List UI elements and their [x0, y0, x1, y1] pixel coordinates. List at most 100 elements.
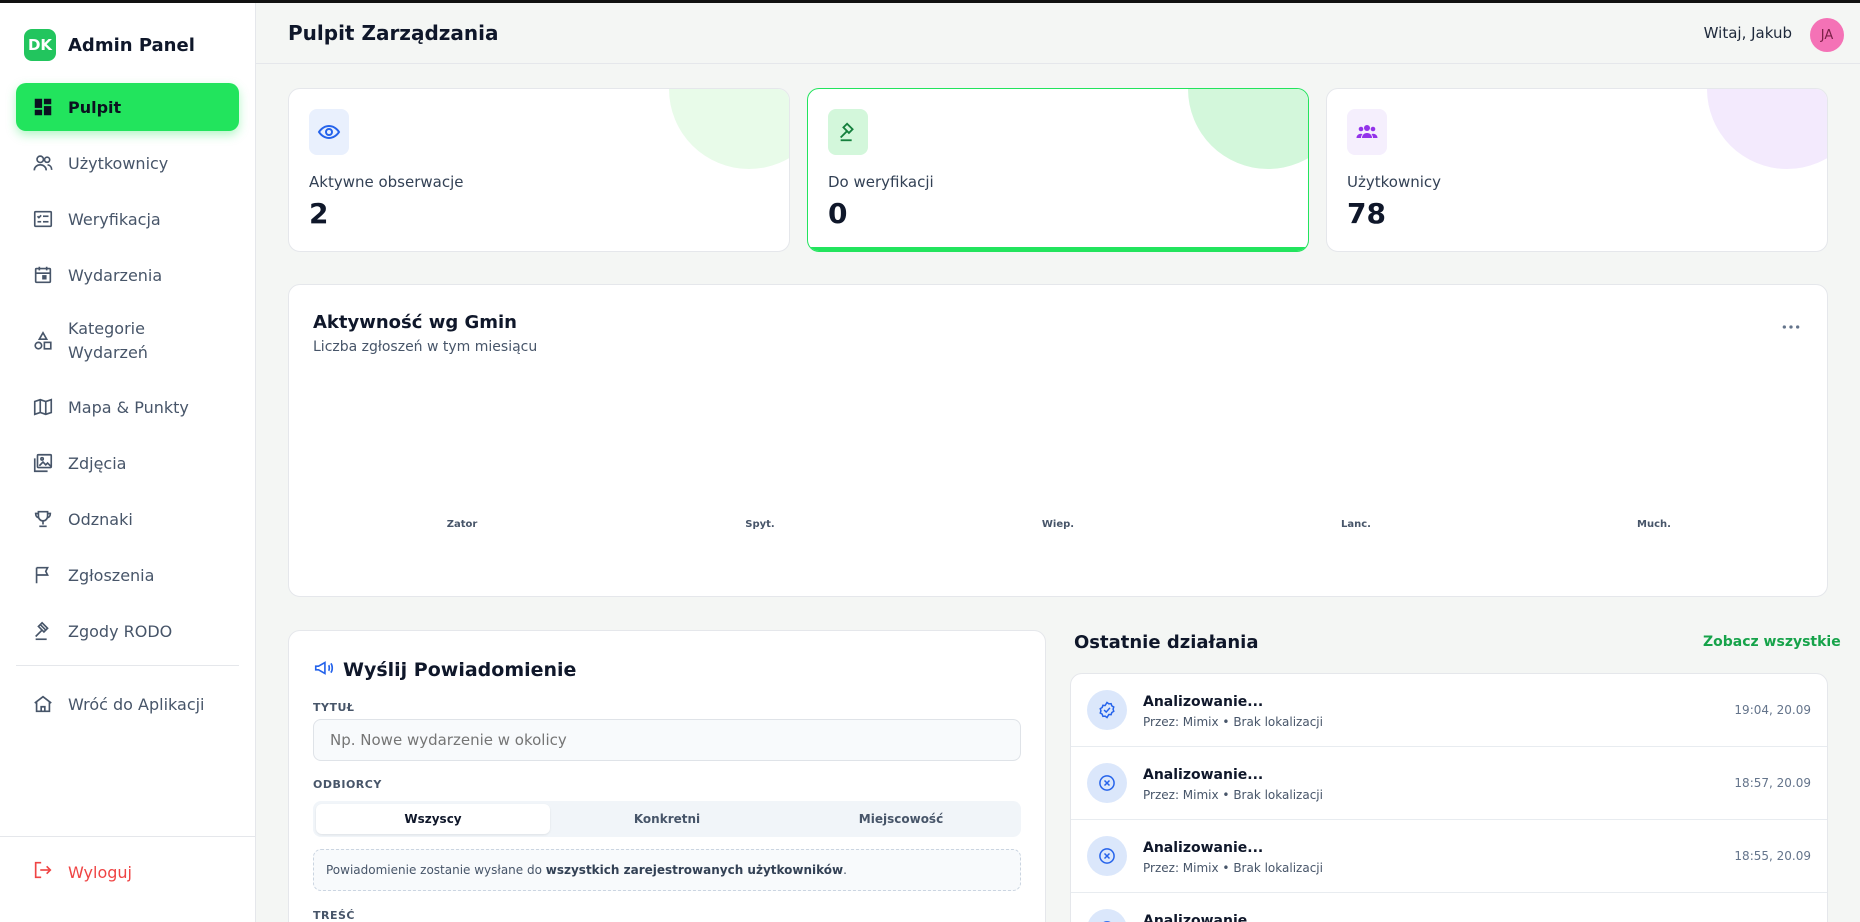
x-circle-icon	[1087, 909, 1127, 922]
stat-value: 78	[1347, 197, 1386, 230]
sidebar-item-label: Wróć do Aplikacji	[68, 694, 205, 714]
brand-logo: DK	[24, 29, 56, 61]
stat-value: 2	[309, 197, 329, 230]
stat-card-users[interactable]: Użytkownicy 78	[1326, 88, 1828, 252]
activity-name: Analizowanie...	[1143, 913, 1264, 922]
recipients-option-town[interactable]: Miejscowość	[784, 804, 1018, 834]
sidebar: DK Admin Panel Pulpit Użytkownicy Weryfi…	[0, 3, 256, 922]
sidebar-nav: Pulpit Użytkownicy Weryfikacja Wydarzeni…	[16, 83, 239, 736]
sidebar-item-label: Weryfikacja	[68, 209, 161, 229]
activity-meta: Przez: Mimix • Brak lokalizacji	[1143, 715, 1323, 729]
avatar[interactable]: JA	[1810, 18, 1844, 52]
home-icon	[32, 693, 54, 715]
title-field-label: TYTUŁ	[313, 701, 355, 714]
chart-tick-label: Wiep.	[1042, 519, 1074, 530]
sidebar-item-label: Zgłoszenia	[68, 565, 155, 585]
sidebar-item-label-line2: Wydarzeń	[68, 343, 148, 362]
activity-chart-card: Aktywność wg Gmin Liczba zgłoszeń w tym …	[288, 284, 1828, 597]
activity-title: Ostatnie działania	[1074, 632, 1259, 653]
sidebar-item-kategorie-wydarzen[interactable]: Kategorie Wydarzeń	[16, 307, 239, 375]
checklist-icon	[32, 208, 54, 230]
sidebar-item-label: Kategorie Wydarzeń	[68, 317, 148, 365]
sidebar-item-zgloszenia[interactable]: Zgłoszenia	[16, 551, 239, 599]
shapes-icon	[32, 330, 54, 352]
sidebar-item-label: Wydarzenia	[68, 265, 163, 285]
stat-label: Aktywne obserwacje	[309, 173, 464, 191]
sidebar-item-wydarzenia[interactable]: Wydarzenia	[16, 251, 239, 299]
send-notification-card: Wyślij Powiadomienie TYTUŁ ODBIORCY Wszy…	[288, 630, 1046, 922]
info-bold: wszystkich zarejestrowanych użytkowników	[545, 863, 844, 877]
notification-title: Wyślij Powiadomienie	[343, 659, 577, 681]
chart-tick-label: Lanc.	[1341, 519, 1371, 530]
trophy-icon	[32, 508, 54, 530]
x-circle-icon	[1087, 836, 1127, 876]
sidebar-item-label: Użytkownicy	[68, 153, 169, 173]
logout-label: Wyloguj	[68, 862, 132, 882]
brand-title: Admin Panel	[68, 34, 195, 56]
sidebar-item-mapa-punkty[interactable]: Mapa & Punkty	[16, 383, 239, 431]
sidebar-item-label: Mapa & Punkty	[68, 397, 189, 417]
sidebar-item-label: Zdjęcia	[68, 453, 127, 473]
sidebar-item-label: Pulpit	[68, 97, 122, 117]
recipients-segmented-control: Wszyscy Konkretni Miejscowość	[313, 801, 1021, 837]
highlight-bar	[808, 247, 1308, 251]
recipients-option-specific[interactable]: Konkretni	[550, 804, 784, 834]
activity-item[interactable]: Analizowanie... Przez: Mimix • Brak loka…	[1071, 747, 1827, 820]
activity-list: Analizowanie... Przez: Mimix • Brak loka…	[1070, 673, 1828, 922]
sidebar-item-zdjecia[interactable]: Zdjęcia	[16, 439, 239, 487]
user-greeting: Witaj, Jakub	[1703, 24, 1792, 42]
x-circle-icon	[1087, 763, 1127, 803]
flag-icon	[32, 564, 54, 586]
stat-card-to-verify[interactable]: Do weryfikacji 0	[807, 88, 1309, 252]
content-field-label: TREŚĆ	[313, 909, 355, 922]
sidebar-item-label: Odznaki	[68, 509, 133, 529]
sidebar-item-weryfikacja[interactable]: Weryfikacja	[16, 195, 239, 243]
activity-name: Analizowanie...	[1143, 694, 1264, 710]
users-group-icon	[1347, 109, 1387, 155]
sidebar-item-uzytkownicy[interactable]: Użytkownicy	[16, 139, 239, 187]
activity-name: Analizowanie...	[1143, 840, 1264, 856]
sidebar-divider	[16, 665, 239, 666]
sidebar-item-pulpit[interactable]: Pulpit	[16, 83, 239, 131]
stat-card-active-observations[interactable]: Aktywne obserwacje 2	[288, 88, 790, 252]
activity-time: 19:04, 20.09	[1734, 703, 1811, 717]
sidebar-item-zgody-rodo[interactable]: Zgody RODO	[16, 607, 239, 655]
logout-icon	[32, 859, 54, 885]
brand: DK Admin Panel	[24, 29, 195, 61]
page-title: Pulpit Zarządzania	[288, 21, 499, 45]
card-decoration	[669, 89, 789, 169]
card-decoration	[1707, 89, 1827, 169]
gavel-icon	[32, 620, 54, 642]
chart-subtitle: Liczba zgłoszeń w tym miesiącu	[313, 339, 538, 355]
activity-item[interactable]: Analizowanie...	[1071, 893, 1827, 922]
info-suffix: .	[843, 863, 847, 877]
chart-tick-label: Spyt.	[745, 519, 774, 530]
chart-title: Aktywność wg Gmin	[313, 312, 517, 333]
sidebar-item-wroc-do-aplikacji[interactable]: Wróć do Aplikacji	[16, 680, 239, 728]
activity-meta: Przez: Mimix • Brak lokalizacji	[1143, 861, 1323, 875]
see-all-link[interactable]: Zobacz wszystkie	[1703, 634, 1841, 650]
sidebar-item-odznaki[interactable]: Odznaki	[16, 495, 239, 543]
check-badge-icon	[1087, 690, 1127, 730]
activity-time: 18:57, 20.09	[1734, 776, 1811, 790]
sidebar-footer: Wyloguj	[0, 836, 255, 922]
users-icon	[32, 152, 54, 174]
bar-chart: Zator Spyt. Wiep. Lanc. Much.	[447, 519, 1671, 530]
activity-item[interactable]: Analizowanie... Przez: Mimix • Brak loka…	[1071, 674, 1827, 747]
activity-item[interactable]: Analizowanie... Przez: Mimix • Brak loka…	[1071, 820, 1827, 893]
activity-name: Analizowanie...	[1143, 767, 1264, 783]
logout-button[interactable]: Wyloguj	[32, 859, 132, 885]
map-icon	[32, 396, 54, 418]
card-decoration	[1188, 89, 1308, 169]
header: Pulpit Zarządzania Witaj, Jakub JA	[256, 3, 1860, 64]
info-prefix: Powiadomienie zostanie wysłane do	[326, 863, 542, 877]
notification-title-input[interactable]	[313, 719, 1021, 761]
activity-time: 18:55, 20.09	[1734, 849, 1811, 863]
calendar-icon	[32, 264, 54, 286]
stat-value: 0	[828, 197, 848, 230]
eye-icon	[309, 109, 349, 155]
megaphone-icon	[313, 657, 335, 683]
dashboard-icon	[32, 96, 54, 118]
more-horizontal-icon[interactable]	[1781, 323, 1801, 331]
recipients-option-all[interactable]: Wszyscy	[316, 804, 550, 834]
